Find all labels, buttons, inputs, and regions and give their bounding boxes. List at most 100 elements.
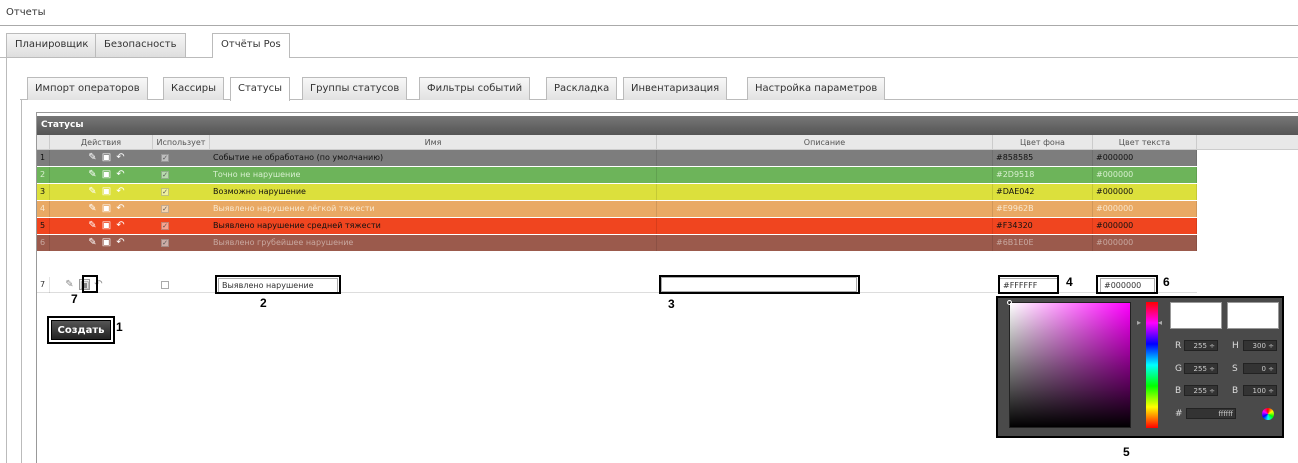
status-name: Выявлено нарушение средней тяжести — [210, 218, 657, 234]
hue-slider[interactable] — [1146, 302, 1158, 428]
h-label: H — [1232, 341, 1239, 351]
column-header: Действия Использует Имя Описание Цвет фо… — [37, 135, 1298, 150]
row-actions: ✎ ▣ ↶ — [87, 152, 127, 164]
r-label: R — [1175, 341, 1182, 351]
col-name[interactable]: Имя — [210, 135, 657, 150]
create-button[interactable]: Создать — [51, 320, 111, 340]
status-name: Возможно нарушение — [210, 184, 657, 200]
sv-cursor[interactable] — [1007, 300, 1012, 305]
uses-checkbox[interactable]: ✓ — [161, 205, 169, 213]
g-value: 255 — [1193, 365, 1207, 373]
row-number: 6 — [37, 235, 50, 251]
undo-icon[interactable]: ↶ — [115, 220, 126, 231]
h-field[interactable]: 300 ÷ — [1243, 340, 1277, 351]
status-description — [657, 218, 993, 234]
edit-icon[interactable]: ✎ — [87, 237, 98, 248]
uses-checkbox[interactable]: ✓ — [161, 239, 169, 247]
col-actions[interactable]: Действия — [50, 135, 153, 150]
g-field[interactable]: 255 ÷ — [1184, 363, 1218, 374]
status-description — [657, 184, 993, 200]
brightness-field[interactable]: 100 ÷ — [1243, 385, 1277, 396]
b-value: 255 — [1193, 387, 1207, 395]
b-field[interactable]: 255 ÷ — [1184, 385, 1218, 396]
status-description — [657, 150, 993, 166]
undo-icon[interactable]: ↶ — [115, 237, 126, 248]
tab-layout[interactable]: Раскладка — [546, 77, 618, 100]
status-row[interactable]: 5 Выявлено нарушение средней тяжести #F343… — [37, 218, 1197, 234]
s-field[interactable]: 0 ÷ — [1243, 363, 1277, 374]
col-text-color[interactable]: Цвет текста — [1093, 135, 1197, 150]
tab-scheduler[interactable]: Планировщик — [6, 33, 98, 57]
text-color-value: #000000 — [1093, 150, 1197, 166]
status-row[interactable]: 6 Выявлено грубейшее нарушение #6B1E0E #000… — [37, 235, 1197, 251]
tab-parameter-settings[interactable]: Настройка параметров — [747, 77, 886, 100]
save-icon[interactable]: ▣ — [101, 152, 112, 163]
undo-icon[interactable]: ↶ — [115, 169, 126, 180]
tab-statuses[interactable]: Статусы — [230, 77, 291, 101]
menu-bar: Отчеты — [0, 0, 1298, 26]
brightness-label: B — [1232, 386, 1239, 396]
undo-icon[interactable]: ↶ — [115, 152, 126, 163]
edit-icon[interactable]: ✎ — [87, 220, 98, 231]
uses-checkbox[interactable]: ✓ — [161, 154, 169, 162]
status-name: Точно не нарушение — [210, 167, 657, 183]
hue-arrow-icon[interactable]: ▸ — [1137, 318, 1141, 327]
save-icon[interactable]: ▣ — [101, 169, 112, 180]
r-field[interactable]: 255 ÷ — [1184, 340, 1218, 351]
color-wheel-icon[interactable] — [1262, 408, 1274, 420]
save-icon[interactable]: ▣ — [101, 186, 112, 197]
menu-title[interactable]: Отчеты — [6, 7, 45, 18]
uses-checkbox[interactable] — [161, 281, 169, 289]
status-row[interactable]: 4 Выявлено нарушение лёгкой тяжести #E9962… — [37, 201, 1197, 217]
row-number: 4 — [37, 201, 50, 217]
save-icon[interactable]: ▣ — [101, 237, 112, 248]
tab-status-groups[interactable]: Группы статусов — [302, 77, 408, 100]
callout-box-text-color — [1096, 275, 1158, 294]
text-color-value: #000000 — [1093, 235, 1197, 251]
tab-inventory[interactable]: Инвентаризация — [623, 77, 728, 100]
status-row[interactable]: 2 Точно не нарушение #2D9518 #000000 ✎ ▣ ↶ ✓ — [37, 167, 1197, 183]
hue-arrow-right-icon[interactable]: ◂ — [1158, 318, 1162, 327]
callout-box-save — [82, 275, 98, 293]
tab-pos-reports[interactable]: Отчёты Pos — [212, 33, 290, 58]
tab-event-filters[interactable]: Фильтры событий — [419, 77, 531, 100]
status-row[interactable]: 3 Возможно нарушение #DAE042 #000000 ✎ ▣ ↶ ✓ — [37, 184, 1197, 200]
edit-icon[interactable]: ✎ — [64, 279, 75, 290]
row-number: 3 — [37, 184, 50, 200]
bg-color-value: #E9962B — [993, 201, 1093, 217]
h-value: 300 — [1252, 342, 1266, 350]
edit-icon[interactable]: ✎ — [87, 152, 98, 163]
undo-icon[interactable]: ↶ — [115, 186, 126, 197]
edit-icon[interactable]: ✎ — [87, 169, 98, 180]
saturation-value-field[interactable] — [1009, 302, 1131, 428]
text-color-value: #000000 — [1093, 201, 1197, 217]
s-value: 0 — [1261, 365, 1266, 373]
col-uses[interactable]: Использует — [153, 135, 210, 150]
callout-6: 6 — [1163, 275, 1170, 289]
tab-security[interactable]: Безопасность — [95, 33, 186, 57]
status-description — [657, 201, 993, 217]
col-description[interactable]: Описание — [657, 135, 993, 150]
uses-checkbox[interactable]: ✓ — [161, 188, 169, 196]
save-icon[interactable]: ▣ — [101, 203, 112, 214]
col-bg-color[interactable]: Цвет фона — [993, 135, 1093, 150]
save-icon[interactable]: ▣ — [101, 220, 112, 231]
edit-icon[interactable]: ✎ — [87, 203, 98, 214]
bg-color-value: #858585 — [993, 150, 1093, 166]
s-label: S — [1232, 364, 1238, 374]
uses-checkbox[interactable]: ✓ — [161, 171, 169, 179]
edit-icon[interactable]: ✎ — [87, 186, 98, 197]
row-actions: ✎ ▣ ↶ — [87, 169, 127, 181]
uses-checkbox[interactable]: ✓ — [161, 222, 169, 230]
text-color-value: #000000 — [1093, 218, 1197, 234]
row-number: 5 — [37, 218, 50, 234]
tab-import-operators[interactable]: Импорт операторов — [27, 77, 148, 100]
status-row[interactable]: 1 Событие не обработано (по умолчанию) #85… — [37, 150, 1197, 166]
hex-field[interactable]: ffffff — [1186, 408, 1236, 419]
grid-title: Статусы — [37, 116, 1298, 135]
tab-cashiers[interactable]: Кассиры — [163, 77, 224, 100]
callout-1: 1 — [116, 320, 123, 334]
hex-label: # — [1175, 409, 1183, 419]
g-label: G — [1175, 364, 1182, 374]
undo-icon[interactable]: ↶ — [115, 203, 126, 214]
